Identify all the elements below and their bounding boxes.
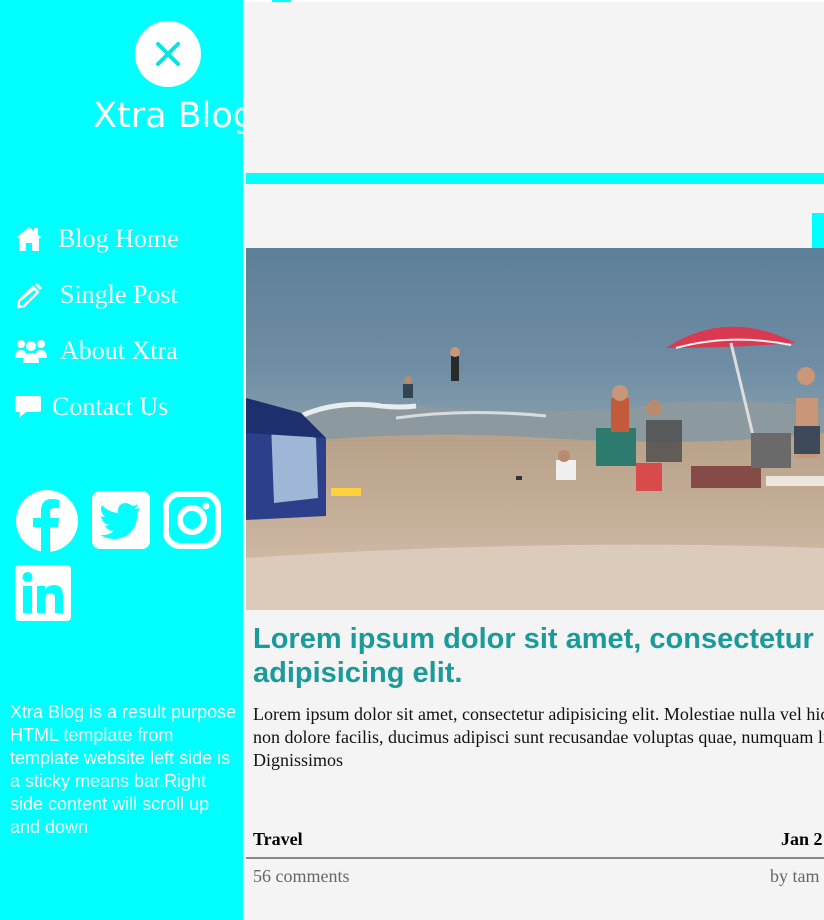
comment-icon xyxy=(14,393,42,421)
linkedin-link[interactable] xyxy=(15,565,71,626)
post-image[interactable] xyxy=(246,248,824,610)
pencil-icon xyxy=(14,281,48,309)
facebook-icon xyxy=(16,490,78,553)
post-excerpt: Lorem ipsum dolor sit amet, consectetur … xyxy=(253,704,824,770)
beach-photo xyxy=(246,248,824,610)
header-area xyxy=(246,2,824,172)
nav-item-about[interactable]: About Xtra xyxy=(14,334,178,368)
close-icon xyxy=(156,42,180,66)
nav-item-blog-home[interactable]: Blog Home xyxy=(14,222,179,256)
home-icon xyxy=(14,225,48,253)
nav-label: Blog Home xyxy=(58,224,179,253)
nav-label: Contact Us xyxy=(52,392,169,421)
nav-label: Single Post xyxy=(60,280,178,309)
post-comments-link[interactable]: 56 comments xyxy=(253,866,350,887)
twitter-icon xyxy=(92,491,150,549)
close-menu-button[interactable] xyxy=(135,21,201,87)
sidebar: Xtra Blog Blog Home Single Post About Xt… xyxy=(0,0,243,920)
instagram-icon xyxy=(163,491,221,549)
brand-title[interactable]: Xtra Blog xyxy=(93,94,243,138)
sidebar-description: Xtra Blog is a result purpose HTML templ… xyxy=(10,702,237,837)
header-divider xyxy=(246,173,824,184)
nav-label: About Xtra xyxy=(60,336,178,365)
twitter-link[interactable] xyxy=(92,491,150,554)
instagram-link[interactable] xyxy=(163,491,221,554)
main-content: Lorem ipsum dolor sit amet, consectetur … xyxy=(243,0,824,920)
nav-item-single-post[interactable]: Single Post xyxy=(14,278,178,312)
nav-item-contact[interactable]: Contact Us xyxy=(14,390,168,424)
linkedin-icon xyxy=(15,565,71,621)
facebook-link[interactable] xyxy=(15,489,79,558)
users-icon xyxy=(14,338,48,364)
post-author: by tam xyxy=(770,866,820,886)
post-date: Jan 2 xyxy=(781,829,823,849)
post-category[interactable]: Travel xyxy=(253,829,303,850)
meta-divider xyxy=(246,857,824,859)
post-title[interactable]: Lorem ipsum dolor sit amet, consectetur … xyxy=(253,622,824,690)
